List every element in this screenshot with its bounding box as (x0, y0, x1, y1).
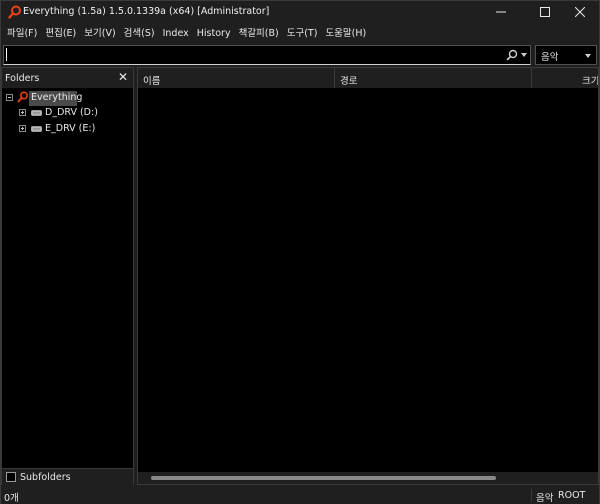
window-title: Everything (1.5a) 1.5.0.1339a (x64) [Adm… (23, 6, 270, 17)
tree-item-e-drive[interactable]: E_DRV (E:) (2, 121, 133, 136)
minimize-button[interactable] (479, 1, 523, 23)
menu-view[interactable]: 보기(V) (80, 25, 119, 43)
status-path: ROOT (558, 490, 586, 501)
filter-selected-value: 음악 (541, 52, 559, 63)
minimize-icon (496, 11, 506, 13)
tree-item-label: D_DRV (D:) (45, 107, 98, 118)
title-bar[interactable]: Everything (1.5a) 1.5.0.1339a (x64) [Adm… (1, 1, 599, 23)
tree-item-d-drive[interactable]: D_DRV (D:) (2, 105, 133, 120)
close-icon (575, 7, 585, 17)
status-filter: 음악 (536, 493, 554, 504)
search-icon[interactable] (506, 49, 518, 61)
subfolders-label: Subfolders (20, 472, 71, 483)
everything-icon (17, 91, 29, 103)
menu-help[interactable]: 도움말(H) (321, 25, 370, 43)
search-row: 음악 (1, 44, 599, 66)
folders-title: Folders (5, 73, 40, 84)
horizontal-scrollbar[interactable] (138, 472, 598, 484)
menu-file[interactable]: 파일(F) (3, 25, 41, 43)
status-bar: 0개 음악 ROOT (1, 487, 599, 504)
column-label: 크기 (582, 76, 599, 87)
collapse-icon[interactable] (6, 94, 13, 101)
maximize-icon (540, 7, 550, 17)
folders-close-icon[interactable]: ✕ (118, 70, 128, 84)
drive-icon (31, 110, 42, 116)
column-header-name[interactable]: 이름 (138, 68, 335, 88)
menu-bar: 파일(F) 편집(E) 보기(V) 검색(S) Index History 책갈… (1, 25, 370, 43)
folders-pane: Folders ✕ Everything D_DRV (D:) E_DRV (E… (1, 67, 134, 485)
menu-edit[interactable]: 편집(E) (41, 25, 80, 43)
column-label: 경로 (340, 76, 358, 87)
column-header-path[interactable]: 경로 (335, 68, 532, 88)
result-count: 0개 (4, 493, 19, 504)
expand-icon[interactable] (19, 125, 26, 132)
subfolders-checkbox[interactable] (6, 472, 16, 482)
close-button[interactable] (558, 1, 600, 23)
folders-header: Folders ✕ (2, 68, 133, 88)
menu-index[interactable]: Index (159, 25, 193, 43)
subfolders-toggle[interactable]: Subfolders (2, 468, 133, 485)
everything-window: Everything (1.5a) 1.5.0.1339a (x64) [Adm… (0, 0, 600, 504)
scrollbar-thumb[interactable] (151, 476, 496, 480)
drive-icon (31, 126, 42, 132)
filter-select[interactable]: 음악 (535, 45, 597, 65)
everything-app-icon (8, 5, 21, 19)
menu-bookmarks[interactable]: 책갈피(B) (235, 25, 283, 43)
menu-history[interactable]: History (193, 25, 235, 43)
column-header-size[interactable]: 크기 (532, 68, 599, 88)
search-history-dropdown-icon[interactable] (521, 53, 527, 57)
column-header-row: 이름 경로 크기 (138, 68, 598, 88)
text-caret (6, 48, 7, 61)
status-divider (531, 489, 532, 502)
results-list[interactable]: 이름 경로 크기 (137, 67, 599, 485)
menu-search[interactable]: 검색(S) (120, 25, 159, 43)
chevron-down-icon (585, 54, 591, 58)
column-label: 이름 (143, 76, 161, 87)
menu-tools[interactable]: 도구(T) (283, 25, 322, 43)
search-input[interactable] (3, 45, 531, 65)
tree-item-label: Everything (31, 92, 83, 103)
tree-item-everything[interactable]: Everything (2, 90, 133, 106)
tree-item-label: E_DRV (E:) (45, 123, 96, 134)
expand-icon[interactable] (19, 109, 26, 116)
